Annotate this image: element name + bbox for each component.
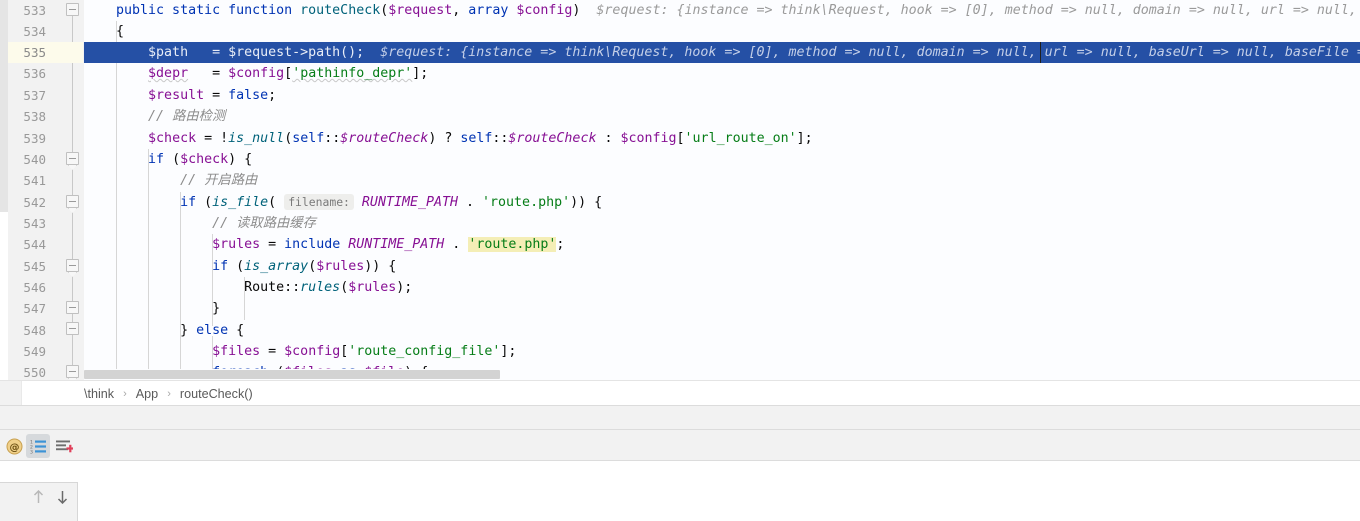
- code-line[interactable]: 543 // 读取路由缓存: [0, 213, 1360, 234]
- line-number: 539: [23, 131, 46, 146]
- line-content: public static function routeCheck($reque…: [84, 3, 1357, 18]
- code-line[interactable]: 541 // 开启路由: [0, 170, 1360, 191]
- line-number: 550: [23, 365, 46, 380]
- arrow-up-icon: [33, 490, 43, 503]
- breadcrumb-item-namespace[interactable]: \think: [82, 387, 116, 401]
- editor-hscrollbar-thumb[interactable]: [84, 370, 500, 379]
- code-editor[interactable]: 533 public static function routeCheck($r…: [0, 0, 1360, 380]
- numbered-list-icon: 1 2 3: [30, 439, 46, 455]
- breadcrumb-item-class[interactable]: App: [134, 387, 160, 401]
- code-line[interactable]: 533 public static function routeCheck($r…: [0, 0, 1360, 21]
- line-number: 543: [23, 216, 46, 231]
- breadcrumb-separator-icon: ›: [167, 387, 171, 400]
- svg-text:3: 3: [30, 449, 33, 455]
- filename-param-hint: filename:: [284, 194, 354, 210]
- mute-breakpoints-button[interactable]: @: [2, 434, 26, 458]
- step-up-button[interactable]: [28, 487, 48, 507]
- code-line-current[interactable]: 535 $path = $request->path(); $request: …: [0, 42, 1360, 63]
- inline-param-hint: $request: {instance => think\Request, ho…: [596, 3, 1357, 18]
- line-content: $rules = include RUNTIME_PATH . 'route.p…: [212, 237, 565, 252]
- line-number: 544: [23, 237, 46, 252]
- fold-marker-540[interactable]: [66, 152, 79, 165]
- code-line[interactable]: 536 $depr = $config['pathinfo_depr'];: [0, 63, 1360, 84]
- arrow-down-icon: [57, 491, 67, 504]
- line-content: // 路由检测: [148, 109, 226, 124]
- variables-panel: 变量 1 2 3: [0, 461, 1360, 521]
- code-line[interactable]: 549 $files = $config['route_config_file'…: [0, 341, 1360, 362]
- line-number: 540: [23, 152, 46, 167]
- step-down-button[interactable]: [52, 487, 72, 507]
- line-number: 549: [23, 344, 46, 359]
- line-content: $depr = $config['pathinfo_depr'];: [148, 66, 429, 81]
- code-line[interactable]: 540 if ($check) {: [0, 149, 1360, 170]
- line-content: {: [84, 24, 125, 39]
- code-line[interactable]: 544 $rules = include RUNTIME_PATH . 'rou…: [0, 234, 1360, 255]
- line-content: if (is_array($rules)) {: [212, 259, 397, 274]
- code-line[interactable]: 545 if (is_array($rules)) {: [0, 256, 1360, 277]
- line-content: } else {: [180, 323, 245, 338]
- fold-marker-547[interactable]: [66, 301, 79, 314]
- line-content: $path = $request->path(); $request: {ins…: [84, 42, 1360, 63]
- at-sign-icon: @: [6, 438, 22, 454]
- line-number: 536: [23, 66, 46, 81]
- breadcrumb-gutter: [0, 381, 22, 406]
- phpstorm-debugger-window: 533 public static function routeCheck($r…: [0, 0, 1360, 521]
- line-number: 538: [23, 109, 46, 124]
- line-number: 535: [23, 45, 46, 60]
- line-number: 533: [23, 3, 46, 18]
- code-line[interactable]: 537 $result = false;: [0, 85, 1360, 106]
- code-line[interactable]: 539 $check = !is_null(self::$routeCheck)…: [0, 128, 1360, 149]
- debug-panel-splitter[interactable]: [0, 405, 1360, 429]
- fold-marker-545[interactable]: [66, 259, 79, 272]
- line-number: 545: [23, 259, 46, 274]
- line-content: if (is_file( filename: RUNTIME_PATH . 'r…: [180, 194, 603, 210]
- line-content: // 读取路由缓存: [212, 216, 316, 231]
- code-line[interactable]: 547 }: [0, 298, 1360, 319]
- line-number: 537: [23, 88, 46, 103]
- line-content: // 开启路由: [180, 173, 258, 188]
- line-number: 542: [23, 195, 46, 210]
- show-variables-button[interactable]: 1 2 3: [26, 434, 50, 458]
- line-content: }: [84, 301, 221, 316]
- frames-column-header: [0, 461, 78, 483]
- line-number: 548: [23, 323, 46, 338]
- code-line[interactable]: 546 Route::rules($rules);: [0, 277, 1360, 298]
- line-number: 541: [23, 173, 46, 188]
- line-content: Route::rules($rules);: [244, 280, 413, 295]
- breadcrumb-item-method[interactable]: routeCheck(): [178, 387, 255, 401]
- svg-text:@: @: [9, 442, 19, 453]
- breadcrumb-separator-icon: ›: [123, 387, 127, 400]
- code-line[interactable]: 542 if (is_file( filename: RUNTIME_PATH …: [0, 192, 1360, 213]
- breadcrumb-items: \think › App › routeCheck(): [82, 381, 255, 406]
- line-content: $files = $config['route_config_file'];: [212, 344, 517, 359]
- line-number: 547: [23, 301, 46, 316]
- code-line[interactable]: 534 {: [0, 21, 1360, 42]
- list-plus-icon: [55, 440, 73, 452]
- code-line[interactable]: 538 // 路由检测: [0, 106, 1360, 127]
- fold-marker-542[interactable]: [66, 195, 79, 208]
- inline-param-hint-selected: $request: {instance => think\Request, ho…: [380, 45, 1360, 60]
- code-line[interactable]: 548 } else {: [0, 320, 1360, 341]
- line-number: 534: [23, 24, 46, 39]
- fold-marker-533-box[interactable]: [66, 3, 79, 16]
- debug-toolbar: @ 1 2 3: [0, 429, 1360, 461]
- line-number: 546: [23, 280, 46, 295]
- fold-marker-550[interactable]: [66, 365, 79, 378]
- breadcrumb: \think › App › routeCheck(): [0, 380, 1360, 406]
- add-watch-button[interactable]: [52, 434, 76, 458]
- line-content: if ($check) {: [148, 152, 253, 167]
- fold-marker-548[interactable]: [66, 322, 79, 335]
- line-content: $result = false;: [148, 88, 277, 103]
- line-content: $check = !is_null(self::$routeCheck) ? s…: [148, 131, 813, 146]
